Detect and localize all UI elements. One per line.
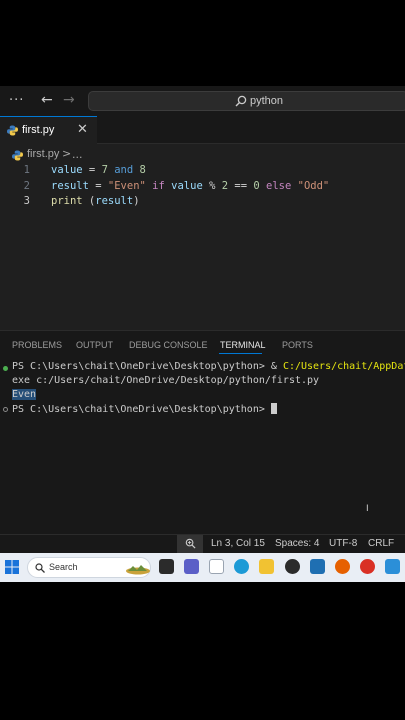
code-text: result = "Even" if value % 2 == 0 else "…	[51, 179, 330, 192]
zoom-icon	[185, 538, 196, 549]
tab-terminal[interactable]: TERMINAL	[220, 340, 266, 350]
tab-problems[interactable]: PROBLEMS	[12, 340, 62, 350]
tab-ports[interactable]: PORTS	[282, 340, 313, 350]
back-arrow-icon[interactable]: ←	[41, 92, 53, 108]
task-view-icon[interactable]	[159, 559, 174, 574]
code-text: print (result)	[51, 195, 140, 207]
terminal-line: exe c:/Users/chait/OneDrive/Desktop/pyth…	[12, 375, 320, 386]
tab-output[interactable]: OUTPUT	[76, 340, 113, 350]
status-bar: Ln 3, Col 15 Spaces: 4 UTF-8 CRLF	[0, 534, 405, 553]
line-number: 1	[23, 164, 30, 176]
end-of-line[interactable]: CRLF	[368, 538, 394, 549]
terminal-prompt: PS C:\Users\chait\OneDrive\Desktop\pytho…	[12, 403, 277, 415]
title-bar: ··· ← → python	[0, 86, 405, 116]
text-cursor-icon: I	[366, 504, 369, 514]
active-tab-indicator	[219, 353, 262, 354]
indentation[interactable]: Spaces: 4	[275, 538, 319, 549]
command-success-icon[interactable]	[3, 366, 8, 371]
breadcrumb-separator: >	[62, 147, 72, 160]
breadcrumb-file[interactable]: first.py	[27, 148, 59, 160]
vscode-window: ··· ← → python first.py ✕ first.py > ...…	[0, 86, 405, 582]
windows-taskbar: Search	[0, 553, 405, 582]
code-line[interactable]: 2 result = "Even" if value % 2 == 0 else …	[0, 180, 405, 195]
editor-tab-bar: first.py ✕	[0, 116, 405, 144]
code-line[interactable]: 3 print (result)	[0, 195, 405, 210]
teams-icon[interactable]	[184, 559, 199, 574]
terminal-output: Even	[12, 389, 37, 400]
breadcrumb-more[interactable]: ...	[72, 148, 83, 161]
tab-debug-console[interactable]: DEBUG CONSOLE	[129, 340, 208, 350]
search-highlight-image	[126, 565, 150, 575]
command-pending-icon[interactable]	[3, 407, 8, 412]
file-explorer-icon[interactable]	[259, 559, 274, 574]
taskbar-search[interactable]: Search	[27, 557, 151, 578]
terminal-line: PS C:\Users\chait\OneDrive\Desktop\pytho…	[12, 361, 405, 372]
terminal-cursor	[270, 403, 277, 414]
tab-label: first.py	[22, 124, 55, 136]
panel-tabs: PROBLEMS OUTPUT DEBUG CONSOLE TERMINAL P…	[0, 331, 405, 357]
line-number: 2	[23, 179, 30, 192]
line-number: 3	[23, 195, 30, 207]
cursor-position[interactable]: Ln 3, Col 15	[211, 538, 265, 549]
firefox-icon[interactable]	[335, 559, 350, 574]
close-icon[interactable]: ✕	[77, 122, 88, 137]
search-icon	[235, 95, 247, 107]
app-icon[interactable]	[360, 559, 375, 574]
command-center-search[interactable]: python	[88, 91, 405, 111]
command-center-label: python	[250, 95, 284, 107]
forward-arrow-icon[interactable]: →	[63, 92, 75, 108]
obs-icon[interactable]	[285, 559, 300, 574]
code-line[interactable]: 1 value = 7 and 8	[0, 164, 405, 179]
encoding[interactable]: UTF-8	[329, 538, 357, 549]
code-editor[interactable]: 1 value = 7 and 8 2 result = "Even" if valu…	[0, 164, 405, 334]
file-icon[interactable]	[209, 559, 224, 574]
taskbar-search-label: Search	[49, 562, 78, 572]
code-text: value = 7 and 8	[51, 164, 146, 176]
tab-first-py[interactable]: first.py ✕	[0, 116, 97, 144]
windows-start-icon[interactable]	[5, 560, 19, 574]
more-actions-icon[interactable]: ···	[9, 93, 24, 108]
vscode-icon[interactable]	[385, 559, 400, 574]
selected-output: Even	[12, 389, 37, 400]
search-icon	[35, 563, 45, 573]
store-icon[interactable]	[310, 559, 325, 574]
edge-browser-icon[interactable]	[234, 559, 249, 574]
python-file-icon	[12, 150, 23, 161]
bottom-panel: PROBLEMS OUTPUT DEBUG CONSOLE TERMINAL P…	[0, 330, 405, 534]
python-file-icon	[7, 125, 18, 136]
